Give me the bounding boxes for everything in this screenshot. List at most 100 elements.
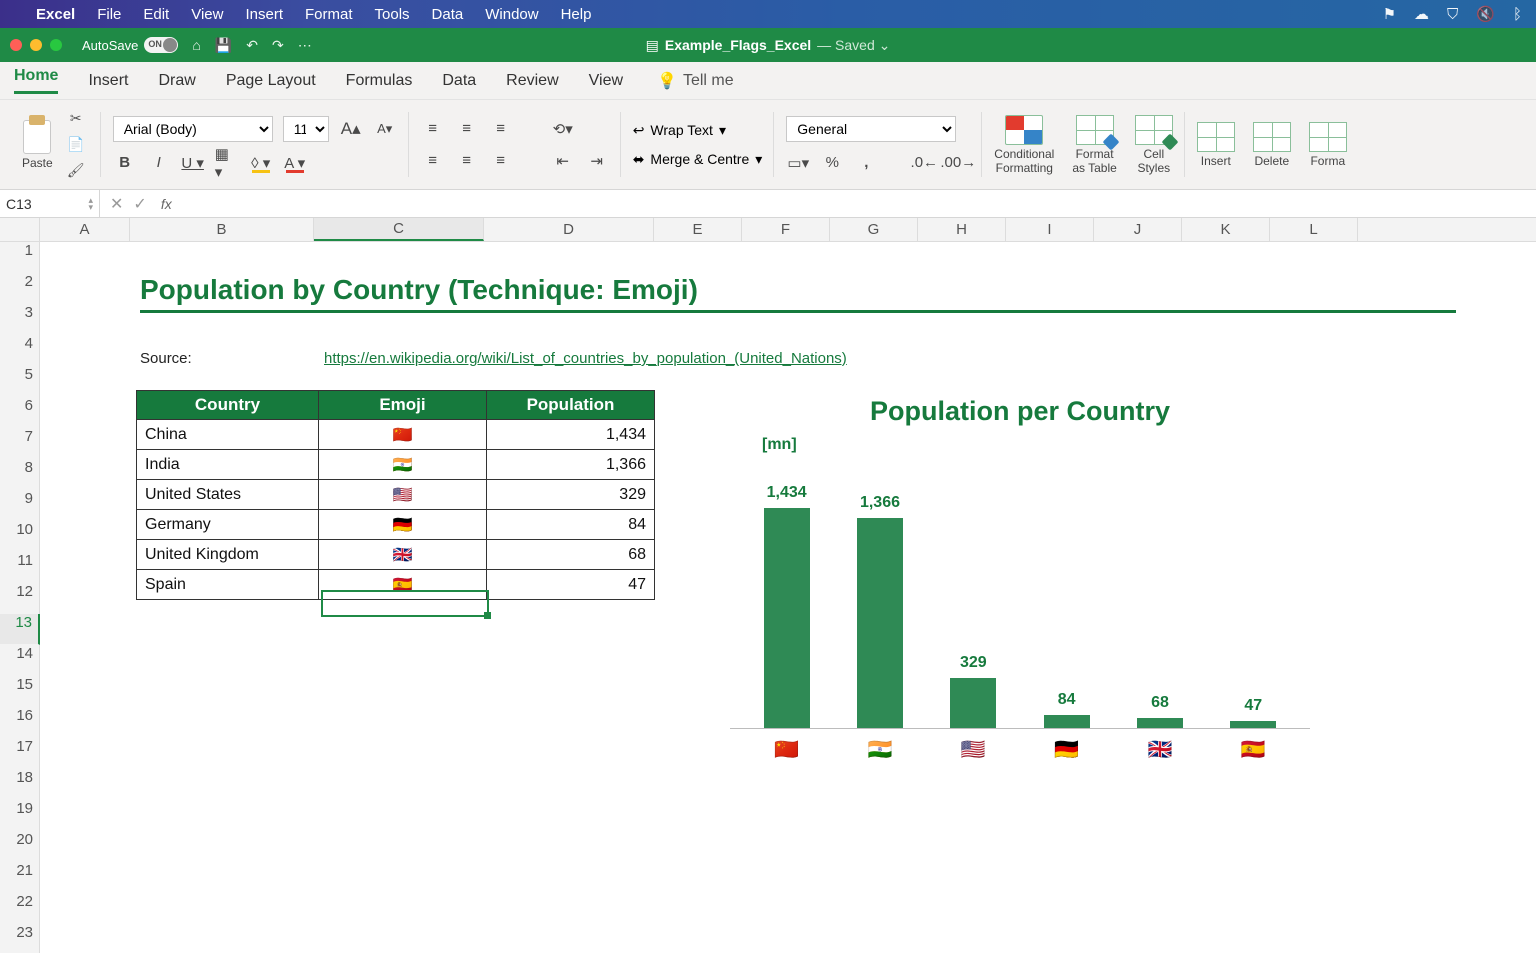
cell-flag[interactable]: 🇪🇸 <box>319 570 487 600</box>
increase-font-button[interactable]: A▴ <box>339 118 363 140</box>
mac-app-name[interactable]: Excel <box>36 6 75 23</box>
number-format-select[interactable]: General <box>786 116 956 142</box>
col-header-B[interactable]: B <box>130 218 314 241</box>
status-shield-icon[interactable]: ⛉ <box>1447 6 1458 23</box>
row-header-3[interactable]: 3 <box>0 304 39 335</box>
align-top-button[interactable]: ≡ <box>421 118 445 140</box>
cell-flag[interactable]: 🇩🇪 <box>319 510 487 540</box>
mac-menu-help[interactable]: Help <box>561 6 592 23</box>
comma-button[interactable]: , <box>854 152 878 174</box>
cell-population[interactable]: 47 <box>487 570 655 600</box>
mac-menu-edit[interactable]: Edit <box>143 6 169 23</box>
underline-button[interactable]: U ▾ <box>181 152 205 174</box>
cell-country[interactable]: United States <box>137 480 319 510</box>
row-header-13[interactable]: 13 <box>0 614 40 645</box>
paste-button[interactable]: Paste <box>22 120 53 170</box>
row-header-21[interactable]: 21 <box>0 862 39 893</box>
row-header-9[interactable]: 9 <box>0 490 39 521</box>
align-left-button[interactable]: ≡ <box>421 150 445 172</box>
delete-cells-button[interactable]: Delete <box>1253 122 1291 168</box>
tell-me-search[interactable]: 💡 Tell me <box>657 71 734 91</box>
col-header-D[interactable]: D <box>484 218 654 241</box>
table-row[interactable]: United States🇺🇸329 <box>137 480 655 510</box>
row-header-15[interactable]: 15 <box>0 676 39 707</box>
align-center-button[interactable]: ≡ <box>455 150 479 172</box>
tab-home[interactable]: Home <box>14 67 58 94</box>
cell-country[interactable]: Spain <box>137 570 319 600</box>
increase-indent-button[interactable]: ⇥ <box>585 150 609 172</box>
row-header-4[interactable]: 4 <box>0 335 39 366</box>
status-cloud-icon[interactable]: ☁ <box>1414 5 1429 23</box>
font-color-button[interactable]: A ▾ <box>283 152 307 174</box>
mac-menu-file[interactable]: File <box>97 6 121 23</box>
window-close-button[interactable] <box>10 39 22 51</box>
align-bottom-button[interactable]: ≡ <box>489 118 513 140</box>
row-header-19[interactable]: 19 <box>0 800 39 831</box>
mac-menu-tools[interactable]: Tools <box>375 6 410 23</box>
increase-decimal-button[interactable]: .0← <box>912 152 936 174</box>
row-header-17[interactable]: 17 <box>0 738 39 769</box>
mac-menu-window[interactable]: Window <box>485 6 538 23</box>
align-right-button[interactable]: ≡ <box>489 150 513 172</box>
bold-button[interactable]: B <box>113 152 137 174</box>
row-header-12[interactable]: 12 <box>0 583 39 614</box>
autosave-toggle[interactable]: AutoSave ON <box>82 37 178 53</box>
col-header-G[interactable]: G <box>830 218 918 241</box>
mac-menu-format[interactable]: Format <box>305 6 353 23</box>
row-header-6[interactable]: 6 <box>0 397 39 428</box>
col-header-F[interactable]: F <box>742 218 830 241</box>
row-header-11[interactable]: 11 <box>0 552 39 583</box>
table-row[interactable]: India🇮🇳1,366 <box>137 450 655 480</box>
qat-redo-icon[interactable]: ↷ <box>272 37 284 54</box>
formula-input[interactable] <box>182 190 1536 217</box>
col-header-K[interactable]: K <box>1182 218 1270 241</box>
qat-undo-icon[interactable]: ↶ <box>246 37 258 54</box>
borders-button[interactable]: ▦ ▾ <box>215 152 239 174</box>
cell-flag[interactable]: 🇺🇸 <box>319 480 487 510</box>
wrap-text-button[interactable]: ↩Wrap Text ▾ <box>633 122 763 139</box>
cells-area[interactable]: Population by Country (Technique: Emoji)… <box>40 242 1536 953</box>
qat-home-icon[interactable]: ⌂ <box>192 37 200 53</box>
cell-flag[interactable]: 🇨🇳 <box>319 420 487 450</box>
row-header-8[interactable]: 8 <box>0 459 39 490</box>
table-row[interactable]: United Kingdom🇬🇧68 <box>137 540 655 570</box>
percent-button[interactable]: % <box>820 152 844 174</box>
cut-button[interactable]: ✂ <box>63 109 89 129</box>
name-box[interactable]: C13 ▴▾ <box>0 190 100 217</box>
col-header-I[interactable]: I <box>1006 218 1094 241</box>
qat-save-icon[interactable]: 💾 <box>215 37 232 54</box>
cell-flag[interactable]: 🇬🇧 <box>319 540 487 570</box>
table-row[interactable]: China🇨🇳1,434 <box>137 420 655 450</box>
mac-menu-view[interactable]: View <box>191 6 223 23</box>
tab-insert[interactable]: Insert <box>88 72 128 90</box>
font-family-select[interactable]: Arial (Body) <box>113 116 273 142</box>
table-row[interactable]: Germany🇩🇪84 <box>137 510 655 540</box>
row-header-23[interactable]: 23 <box>0 924 39 953</box>
window-zoom-button[interactable] <box>50 39 62 51</box>
title-chevron-icon[interactable]: ⌄ <box>879 37 891 53</box>
row-header-7[interactable]: 7 <box>0 428 39 459</box>
format-painter-button[interactable]: 🖌 <box>63 161 89 181</box>
cell-population[interactable]: 1,366 <box>487 450 655 480</box>
decrease-font-button[interactable]: A▾ <box>373 118 397 140</box>
row-header-5[interactable]: 5 <box>0 366 39 397</box>
row-header-18[interactable]: 18 <box>0 769 39 800</box>
col-header-H[interactable]: H <box>918 218 1006 241</box>
cancel-formula-icon[interactable]: ✕ <box>110 194 123 214</box>
cell-styles-button[interactable]: Cell Styles <box>1135 115 1173 175</box>
row-header-20[interactable]: 20 <box>0 831 39 862</box>
row-header-14[interactable]: 14 <box>0 645 39 676</box>
tab-view[interactable]: View <box>589 72 623 90</box>
fx-label-icon[interactable]: fx <box>161 196 172 212</box>
col-header-C[interactable]: C <box>314 218 484 241</box>
row-header-10[interactable]: 10 <box>0 521 39 552</box>
copy-button[interactable]: 📄 <box>63 135 89 155</box>
orientation-button[interactable]: ⟲▾ <box>551 118 575 140</box>
mac-menu-insert[interactable]: Insert <box>245 6 283 23</box>
tab-data[interactable]: Data <box>442 72 476 90</box>
format-cells-button[interactable]: Forma <box>1309 122 1347 168</box>
cell-population[interactable]: 329 <box>487 480 655 510</box>
format-as-table-button[interactable]: Format as Table <box>1072 115 1116 175</box>
row-header-16[interactable]: 16 <box>0 707 39 738</box>
mac-menu-data[interactable]: Data <box>432 6 464 23</box>
